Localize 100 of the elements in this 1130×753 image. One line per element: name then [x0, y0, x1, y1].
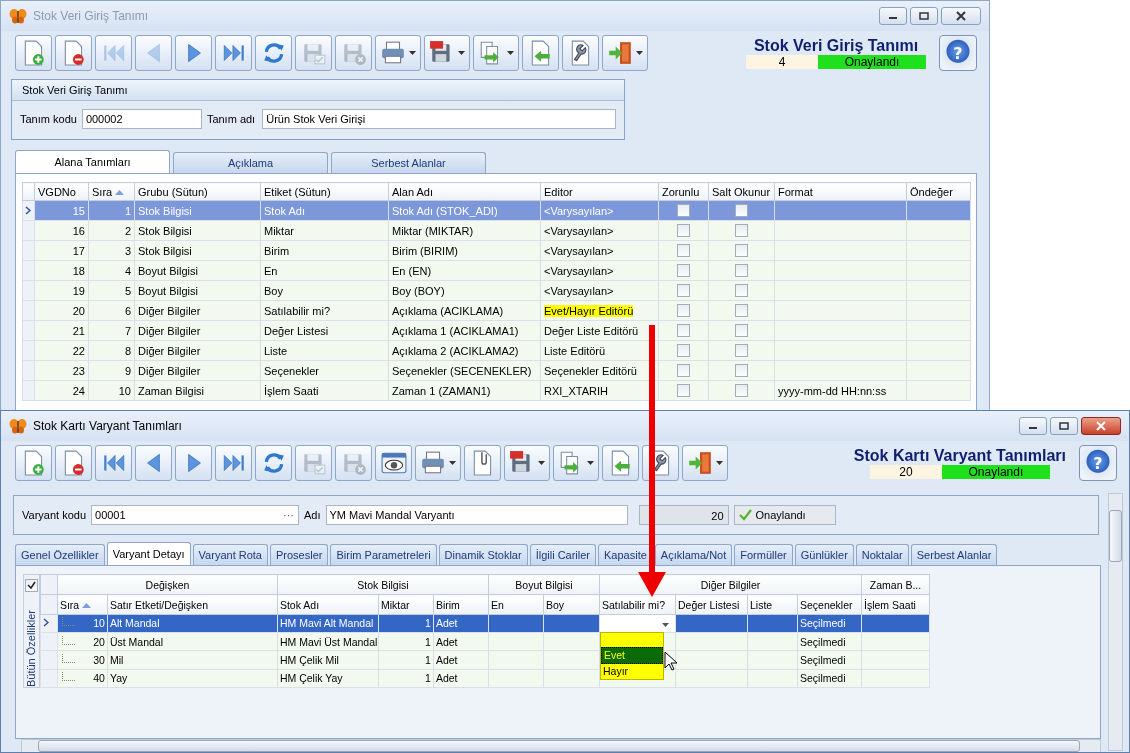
- table-row[interactable]: 22 8 Diğer Bilgiler Liste Açıklama 2 (ACIKLAMA2) Liste Editörü: [22, 340, 971, 361]
- approval-checkbox[interactable]: Onaylandı: [733, 505, 836, 525]
- toolbar-button[interactable]: [602, 35, 648, 71]
- checkbox[interactable]: [677, 224, 690, 238]
- tab[interactable]: Alana Tanımları: [15, 150, 170, 173]
- table-row[interactable]: 19 5 Boyut Bilgisi Boy Boy (BOY) <Varysayılan>: [22, 280, 971, 301]
- tab[interactable]: Varyant Detayı: [106, 542, 191, 565]
- vertical-scrollbar[interactable]: [1108, 493, 1123, 751]
- input-field[interactable]: Ürün Stok Veri Girişi: [262, 109, 616, 129]
- toolbar-button[interactable]: [375, 445, 412, 481]
- toolbar-button[interactable]: [215, 35, 252, 71]
- checkbox[interactable]: [677, 324, 690, 338]
- toolbar-button[interactable]: [424, 35, 470, 71]
- checkbox[interactable]: [677, 364, 690, 378]
- table-cell: Diğer Bilgiler: [138, 344, 201, 357]
- toolbar-button[interactable]: [175, 35, 212, 71]
- column-header[interactable]: Öndeğer: [906, 182, 971, 201]
- dropdown-option[interactable]: Evet: [600, 646, 663, 664]
- checkbox[interactable]: [677, 204, 690, 218]
- toolbar-button[interactable]: [553, 445, 599, 481]
- tab[interactable]: Birim Parametreleri: [330, 544, 437, 565]
- tab[interactable]: Serbest Alanlar: [910, 544, 998, 565]
- toolbar-button[interactable]: [215, 445, 252, 481]
- tab[interactable]: Formüller: [734, 544, 793, 565]
- minimize-button[interactable]: [1019, 417, 1047, 435]
- column-header[interactable]: Format: [774, 182, 907, 201]
- column-header[interactable]: VGDNo: [34, 182, 89, 201]
- toolbar-button[interactable]: [135, 445, 172, 481]
- table-cell: 20: [72, 304, 85, 317]
- caret-icon[interactable]: [661, 622, 669, 627]
- table-cell: 10: [118, 384, 131, 397]
- ellipsis-button[interactable]: ···: [279, 509, 298, 521]
- tab[interactable]: Dinamik Stoklar: [438, 544, 528, 565]
- tab[interactable]: Prosesler: [270, 544, 329, 565]
- close-button[interactable]: [1081, 417, 1121, 435]
- toolbar-button[interactable]: [473, 35, 519, 71]
- checkbox[interactable]: [677, 384, 690, 398]
- tab[interactable]: Serbest Alanlar: [331, 152, 486, 173]
- checkbox[interactable]: [735, 244, 748, 258]
- column-header[interactable]: Etiket (Sütun): [260, 182, 389, 201]
- input-field[interactable]: YM Mavi Mandal Varyantı: [325, 505, 628, 525]
- toolbar-button[interactable]: [415, 445, 461, 481]
- checkbox[interactable]: [735, 344, 748, 358]
- column-header[interactable]: Grubu (Sütun): [134, 182, 261, 201]
- input-field[interactable]: 00001 ···: [91, 505, 299, 525]
- toolbar-button[interactable]: [255, 35, 292, 71]
- tab[interactable]: Açıklama: [173, 152, 328, 173]
- checkbox[interactable]: [735, 204, 748, 218]
- table-row[interactable]: 20 6 Diğer Bilgiler Satılabilir mi? Açıklama (ACIKLAMA) Evet/Hayır Editörü: [22, 300, 971, 321]
- tab[interactable]: Genel Özellikler: [15, 544, 105, 565]
- checkbox[interactable]: [677, 304, 690, 318]
- toolbar-button[interactable]: [504, 445, 550, 481]
- toolbar-button[interactable]: [175, 445, 212, 481]
- table-row[interactable]: 23 9 Diğer Bilgiler Seçenekler Seçenekler (SECENEKLER) Seçenekler Editörü: [22, 360, 971, 381]
- column-header[interactable]: Salt Okunur: [708, 182, 775, 201]
- maximize-button[interactable]: [910, 7, 938, 25]
- checkbox[interactable]: [24, 579, 38, 592]
- checkbox[interactable]: [735, 384, 748, 398]
- maximize-button[interactable]: [1050, 417, 1078, 435]
- table-row[interactable]: 24 10 Zaman Bilgisi İşlem Saati Zaman 1 (ZAMAN1) RXI_XTARIH yyyy-mm-dd HH:nn:ss: [22, 380, 971, 401]
- checkbox[interactable]: [677, 264, 690, 278]
- toolbar-button[interactable]: [255, 445, 292, 481]
- checkbox[interactable]: [735, 364, 748, 378]
- checkbox[interactable]: [677, 344, 690, 358]
- toolbar-button[interactable]: [55, 445, 92, 481]
- tab[interactable]: Günlükler: [794, 544, 854, 565]
- table-cell: 22: [72, 344, 85, 357]
- table-row[interactable]: 17 3 Stok Bilgisi Birim Birim (BIRIM) <Varysayılan>: [22, 240, 971, 261]
- tab[interactable]: Açıklama/Not: [654, 544, 733, 565]
- column-header[interactable]: Alan Adı: [388, 182, 541, 201]
- checkbox[interactable]: [735, 284, 748, 298]
- table-cell: Seçilmedi: [799, 635, 846, 648]
- checkbox[interactable]: [677, 244, 690, 258]
- column-header[interactable]: Editor: [540, 182, 659, 201]
- column-header[interactable]: Zorunlu: [658, 182, 709, 201]
- checkbox[interactable]: [735, 324, 748, 338]
- tab[interactable]: Noktalar: [855, 544, 909, 565]
- close-button[interactable]: [941, 7, 981, 25]
- horizontal-scrollbar[interactable]: [21, 739, 1101, 752]
- table-row[interactable]: 20 Üst Mandal HM Mavi Üst Mandal 1 Adet Seçilmedi: [40, 632, 930, 651]
- table-row[interactable]: 18 4 Boyut Bilgisi En En (EN) <Varysayılan>: [22, 260, 971, 281]
- minimize-button[interactable]: [879, 7, 907, 25]
- tab[interactable]: Varyant Rota: [192, 544, 268, 565]
- toolbar-button[interactable]: [375, 35, 421, 71]
- printer-icon: [380, 40, 406, 66]
- toolbar-button[interactable]: [562, 35, 599, 71]
- toolbar-button[interactable]: [464, 445, 501, 481]
- tab[interactable]: İlgili Cariler: [529, 544, 597, 565]
- caret-icon: [507, 51, 514, 55]
- table-row[interactable]: 16 2 Stok Bilgisi Miktar Miktar (MIKTAR) <Varysayılan>: [22, 220, 971, 241]
- toolbar-button[interactable]: [95, 445, 132, 481]
- toolbar-button[interactable]: [55, 35, 92, 71]
- toolbar-button[interactable]: [682, 445, 728, 481]
- checkbox[interactable]: [735, 304, 748, 318]
- checkbox[interactable]: [735, 224, 748, 238]
- checkbox[interactable]: [677, 284, 690, 298]
- checkbox[interactable]: [735, 264, 748, 278]
- column-header[interactable]: Sıra: [88, 182, 135, 201]
- input-field[interactable]: 000002: [81, 109, 202, 129]
- table-row[interactable]: 21 7 Diğer Bilgiler Değer Listesi Açıklama 1 (ACIKLAMA1) Değer Liste Editörü: [22, 320, 971, 341]
